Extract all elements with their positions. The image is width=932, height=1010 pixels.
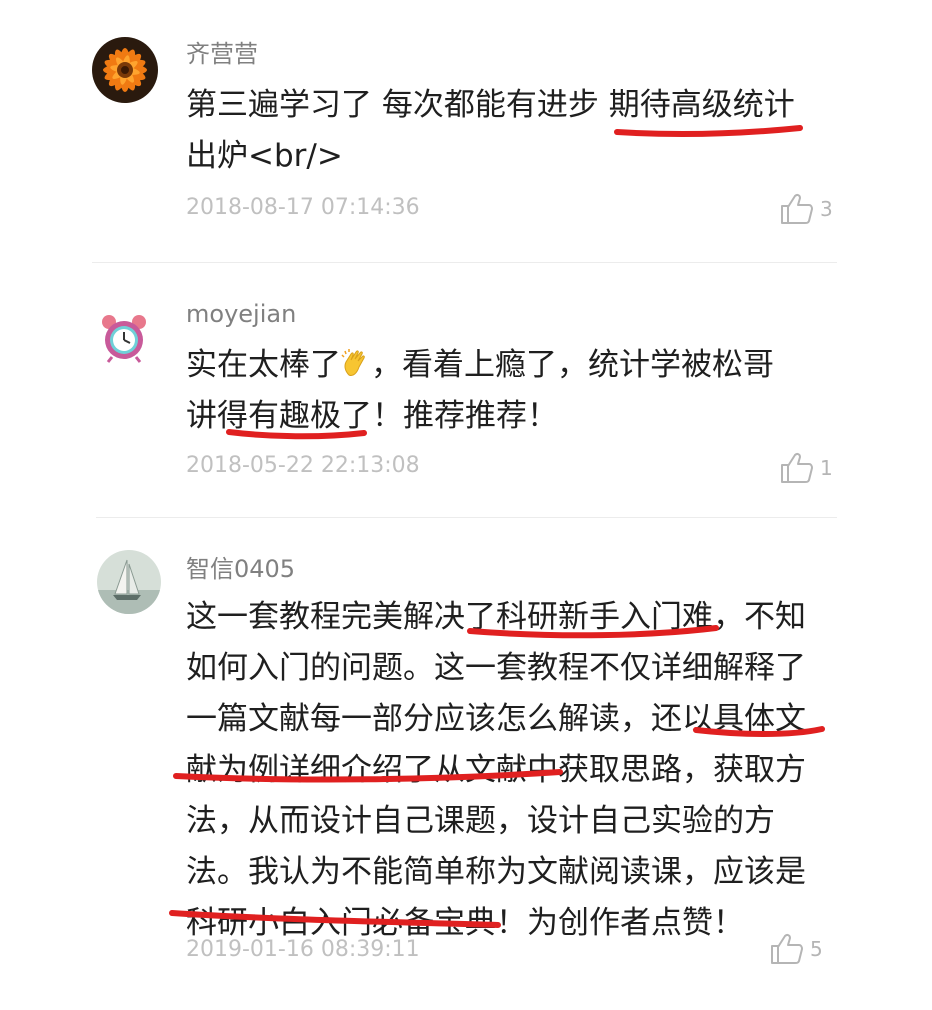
comment-timestamp: 2019-01-16 08:39:11	[186, 937, 420, 962]
like-count: 3	[820, 197, 833, 221]
comment-text-line: 如何入门的问题。这一套教程不仅详细解释了	[186, 650, 806, 686]
comment-text: 实在太棒了 ，看着上瘾了，统计学被松哥 讲得有趣极了！推荐推荐！	[186, 340, 774, 442]
comment-username[interactable]: 智信0405	[186, 557, 295, 581]
orange-flower-avatar-icon	[92, 37, 158, 103]
avatar[interactable]	[92, 37, 158, 103]
comment-text-line: 法。我认为不能简单称为文献阅读课，应该是	[186, 854, 806, 890]
comment-text-line: 出炉<br/>	[186, 138, 343, 174]
like-button[interactable]: 5	[770, 933, 823, 965]
like-count: 5	[810, 937, 823, 961]
thumbs-up-icon	[781, 193, 813, 224]
comment-timestamp: 2018-08-17 07:14:36	[186, 195, 420, 220]
thumbs-up-icon	[781, 452, 813, 483]
comment-item: 智信0405 这一套教程完美解决了科研新手入门难，不知 如何入门的问题。这一套教…	[0, 517, 932, 1010]
thumbs-up-icon	[771, 933, 803, 964]
comment-username[interactable]: moyejian	[186, 302, 296, 326]
comment-text: 这一套教程完美解决了科研新手入门难，不知 如何入门的问题。这一套教程不仅详细解释…	[186, 592, 806, 949]
sailboat-avatar-icon	[97, 550, 161, 614]
comment-item: 齐营营 第三遍学习了 每次都能有进步 期待高级统计 出炉<br/> 2018-0…	[0, 0, 932, 260]
comment-username[interactable]: 齐营营	[186, 42, 258, 66]
comment-text-line: 献为例详细介绍了从文献中获取思路，获取方	[186, 752, 806, 788]
comment-text-line: 一篇文献每一部分应该怎么解读，还以具体文	[186, 701, 806, 737]
comment-item: moyejian 实在太棒了 ，看着上瘾了，统计学被松哥 讲得有趣极了！推荐推荐！…	[0, 262, 932, 517]
comment-text: 第三遍学习了 每次都能有进步 期待高级统计 出炉<br/>	[186, 80, 795, 182]
comment-text-segment: 实在太棒了	[186, 347, 341, 383]
comment-text-line: 第三遍学习了 每次都能有进步 期待高级统计	[186, 87, 795, 123]
like-button[interactable]: 3	[780, 193, 833, 225]
clapping-hands-icon	[341, 349, 365, 376]
comment-text-line: 这一套教程完美解决了科研新手入门难，不知	[186, 599, 806, 635]
avatar[interactable]	[97, 550, 161, 614]
comment-timestamp: 2018-05-22 22:13:08	[186, 453, 420, 478]
comment-text-line: 讲得有趣极了！推荐推荐！	[186, 398, 558, 434]
alarm-clock-avatar-icon	[102, 315, 146, 363]
comment-text-line: 法，从而设计自己课题，设计自己实验的方	[186, 803, 775, 839]
comment-text-segment: ，看着上瘾了，统计学被松哥	[371, 347, 774, 383]
avatar[interactable]	[98, 312, 150, 364]
comment-text-line: 实在太棒了 ，看着上瘾了，统计学被松哥	[186, 340, 774, 391]
like-button[interactable]: 1	[780, 452, 833, 484]
like-count: 1	[820, 456, 833, 480]
